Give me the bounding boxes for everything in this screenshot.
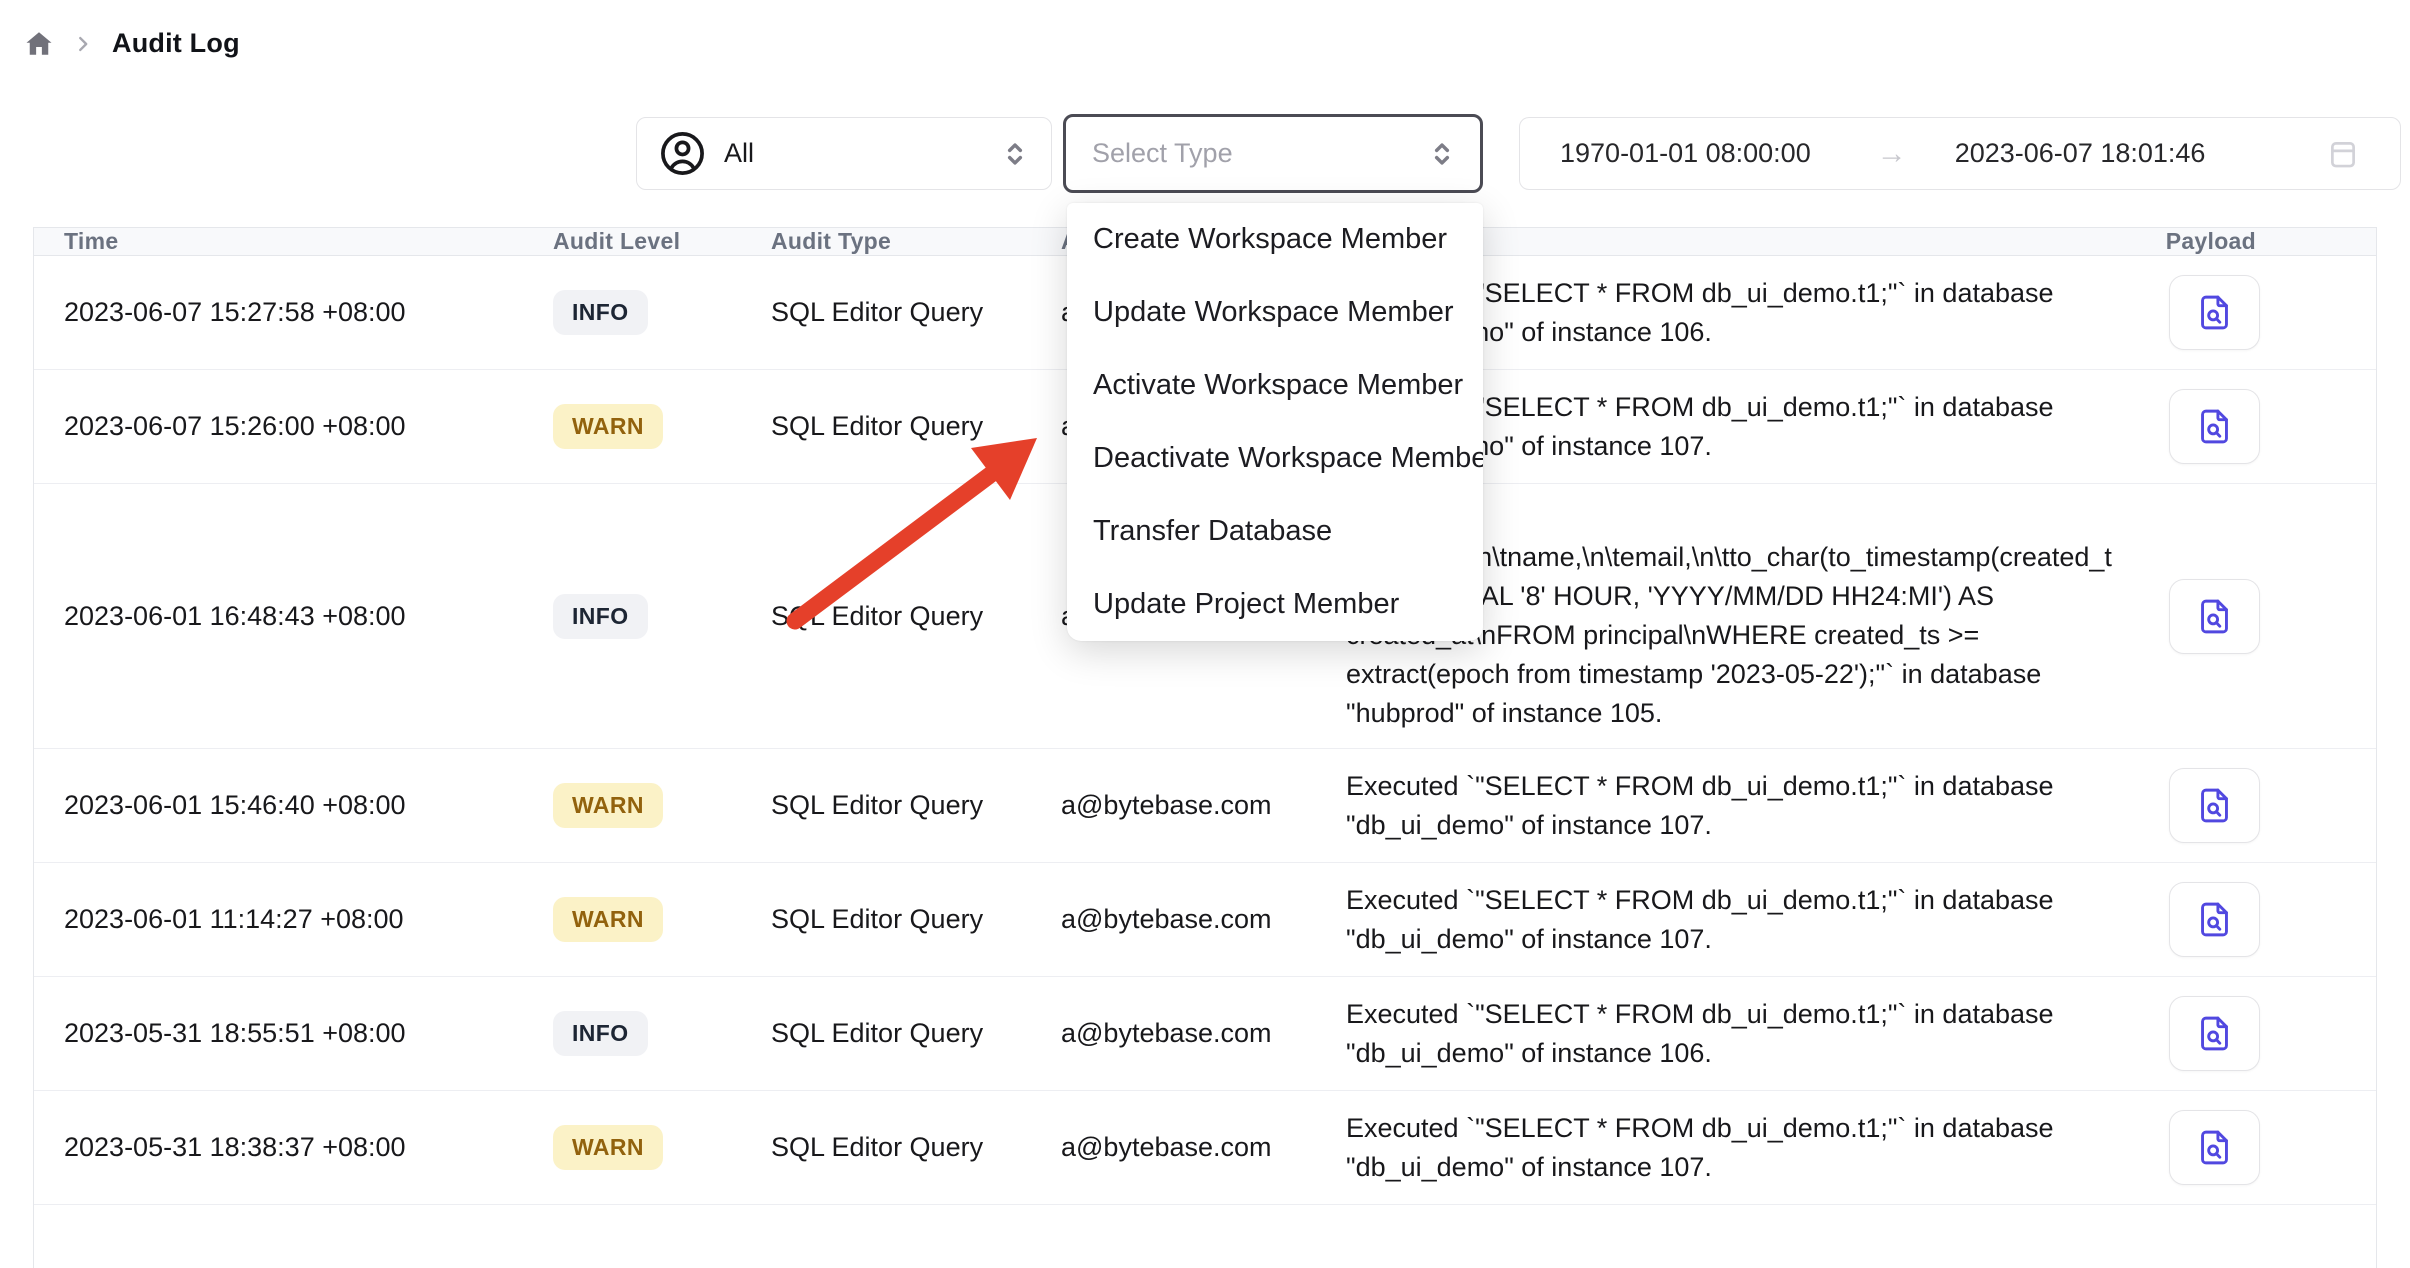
page-title: Audit Log [112, 28, 240, 59]
menu-item-transfer-database[interactable]: Transfer Database [1067, 495, 1483, 568]
cell-comment: Executed `"SELECT * FROM db_ui_demo.t1;"… [1346, 995, 2128, 1073]
cell-time: 2023-05-31 18:55:51 +08:00 [34, 1018, 553, 1049]
menu-item-create-workspace-member[interactable]: Create Workspace Member [1067, 203, 1483, 276]
cell-audit-type: SQL Editor Query [771, 904, 1061, 935]
file-search-icon [2194, 1127, 2235, 1168]
table-row-partial [34, 1205, 2376, 1268]
audit-level-badge: INFO [553, 1011, 648, 1056]
date-range-start[interactable]: 1970-01-01 08:00:00 [1560, 138, 1811, 169]
cell-comment: Executed `"SELECT * FROM db_ui_demo.t1;"… [1346, 881, 2128, 959]
audit-level-badge: WARN [553, 404, 663, 449]
cell-actor: a@bytebase.com [1061, 904, 1346, 935]
cell-time: 2023-05-31 18:38:37 +08:00 [34, 1132, 553, 1163]
file-search-icon [2194, 406, 2235, 447]
col-header-type: Audit Type [771, 228, 1061, 255]
cell-time: 2023-06-07 15:26:00 +08:00 [34, 411, 553, 442]
view-payload-button[interactable] [2169, 996, 2260, 1071]
view-payload-button[interactable] [2169, 882, 2260, 957]
cell-comment: Executed `"SELECT * FROM db_ui_demo.t1;"… [1346, 767, 2128, 845]
cell-time: 2023-06-01 15:46:40 +08:00 [34, 790, 553, 821]
actor-filter-select[interactable]: All [636, 117, 1052, 190]
table-row: 2023-06-01 15:46:40 +08:00 WARN SQL Edit… [34, 749, 2376, 863]
cell-audit-type: SQL Editor Query [771, 297, 1061, 328]
table-row: 2023-05-31 18:38:37 +08:00 WARN SQL Edit… [34, 1091, 2376, 1205]
menu-item-activate-workspace-member[interactable]: Activate Workspace Member [1067, 349, 1483, 422]
cell-time: 2023-06-01 16:48:43 +08:00 [34, 601, 553, 632]
view-payload-button[interactable] [2169, 768, 2260, 843]
date-range-end[interactable]: 2023-06-07 18:01:46 [1955, 138, 2206, 169]
home-icon[interactable] [24, 29, 54, 59]
user-circle-icon [659, 130, 706, 177]
actor-filter-value: All [724, 138, 754, 169]
table-row: 2023-06-01 11:14:27 +08:00 WARN SQL Edit… [34, 863, 2376, 977]
type-filter-select[interactable]: Select Type [1063, 114, 1483, 193]
file-search-icon [2194, 1013, 2235, 1054]
calendar-icon [2326, 137, 2360, 171]
audit-level-badge: INFO [553, 594, 648, 639]
breadcrumb: Audit Log [24, 28, 240, 59]
cell-actor: a@bytebase.com [1061, 1132, 1346, 1163]
cell-comment: Executed `"SELECT * FROM db_ui_demo.t1;"… [1346, 1109, 2128, 1187]
cell-audit-type: SQL Editor Query [771, 1018, 1061, 1049]
file-search-icon [2194, 785, 2235, 826]
view-payload-button[interactable] [2169, 389, 2260, 464]
view-payload-button[interactable] [2169, 1110, 2260, 1185]
menu-item-update-project-member[interactable]: Update Project Member [1067, 568, 1483, 641]
date-range-picker[interactable]: 1970-01-01 08:00:00 → 2023-06-07 18:01:4… [1519, 117, 2401, 190]
cell-audit-type: SQL Editor Query [771, 411, 1061, 442]
col-header-payload: Payload [2128, 228, 2378, 255]
cell-actor: a@bytebase.com [1061, 790, 1346, 821]
file-search-icon [2194, 596, 2235, 637]
table-row: 2023-05-31 18:55:51 +08:00 INFO SQL Edit… [34, 977, 2376, 1091]
col-header-level: Audit Level [553, 228, 771, 255]
cell-time: 2023-06-01 11:14:27 +08:00 [34, 904, 553, 935]
audit-level-badge: WARN [553, 783, 663, 828]
cell-audit-type: SQL Editor Query [771, 601, 1061, 632]
date-range-arrow-icon: → [1877, 137, 1907, 171]
audit-level-badge: WARN [553, 1125, 663, 1170]
chevron-up-down-icon [999, 138, 1031, 170]
col-header-time: Time [34, 228, 553, 255]
breadcrumb-chevron-icon [72, 33, 94, 55]
audit-level-badge: WARN [553, 897, 663, 942]
menu-item-update-workspace-member[interactable]: Update Workspace Member [1067, 276, 1483, 349]
chevron-up-down-icon [1426, 138, 1458, 170]
audit-level-badge: INFO [553, 290, 648, 335]
menu-item-deactivate-workspace-member[interactable]: Deactivate Workspace Member [1067, 422, 1483, 495]
cell-audit-type: SQL Editor Query [771, 1132, 1061, 1163]
type-dropdown-menu: Create Workspace Member Update Workspace… [1067, 203, 1483, 641]
file-search-icon [2194, 292, 2235, 333]
view-payload-button[interactable] [2169, 275, 2260, 350]
cell-audit-type: SQL Editor Query [771, 790, 1061, 821]
type-filter-placeholder: Select Type [1092, 138, 1233, 169]
cell-actor: a@bytebase.com [1061, 1018, 1346, 1049]
view-payload-button[interactable] [2169, 579, 2260, 654]
file-search-icon [2194, 899, 2235, 940]
cell-time: 2023-06-07 15:27:58 +08:00 [34, 297, 553, 328]
